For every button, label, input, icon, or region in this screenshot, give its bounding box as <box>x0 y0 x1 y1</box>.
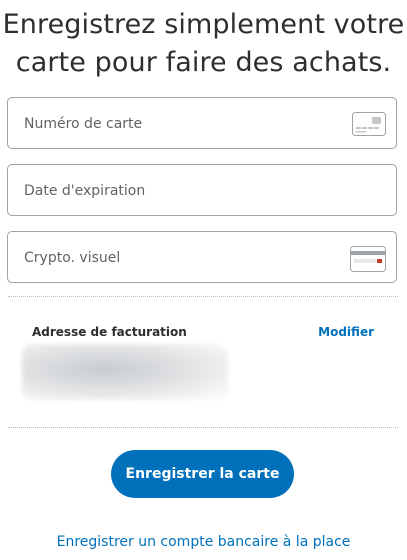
card-number-placeholder: Numéro de carte <box>24 116 143 132</box>
cvv-field[interactable]: Crypto. visuel <box>7 231 397 283</box>
title-line-1: Enregistrez simplement votre <box>2 9 405 40</box>
expiry-date-field[interactable]: Date d'expiration <box>7 164 397 216</box>
modify-billing-link[interactable]: Modifier <box>318 325 374 339</box>
cvv-placeholder: Crypto. visuel <box>24 250 121 266</box>
card-back-icon <box>350 246 386 276</box>
card-number-field[interactable]: Numéro de carte <box>7 97 397 149</box>
save-bank-account-link[interactable]: Enregistrer un compte bancaire à la plac… <box>0 534 407 550</box>
save-card-button[interactable]: Enregistrer la carte <box>111 450 294 498</box>
expiry-date-placeholder: Date d'expiration <box>24 183 146 199</box>
card-front-icon <box>352 112 386 140</box>
billing-address-redacted <box>22 344 228 400</box>
section-divider-bottom <box>8 427 398 428</box>
title-line-2: carte pour faire des achats. <box>15 47 392 78</box>
page-title: Enregistrez simplement votre carte pour … <box>0 6 407 82</box>
billing-address-label: Adresse de facturation <box>32 325 187 339</box>
section-divider-top <box>8 296 398 297</box>
